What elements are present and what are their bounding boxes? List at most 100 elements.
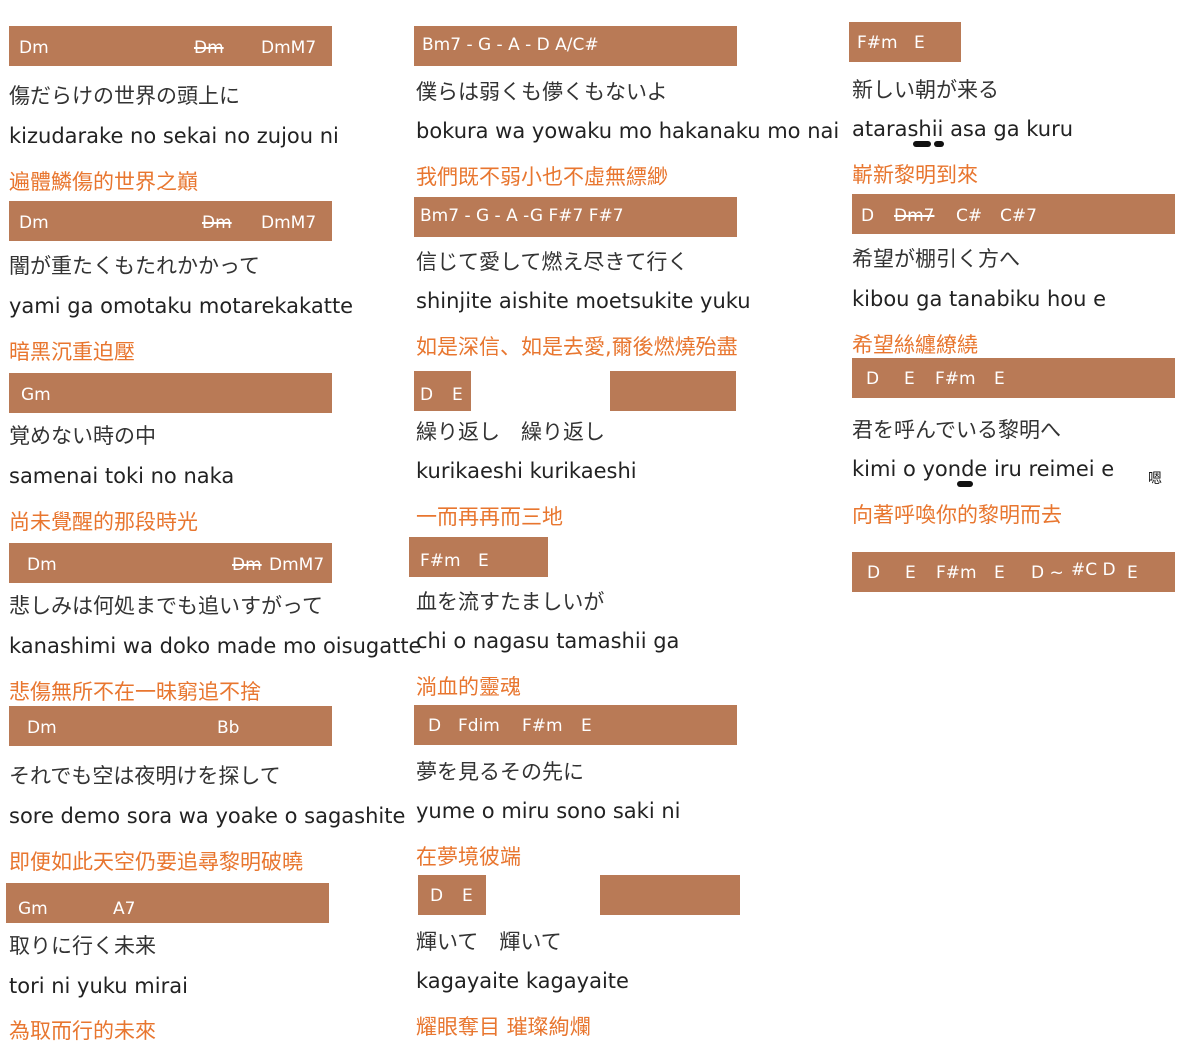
lyric-japanese: 覚めない時の中 (9, 424, 156, 448)
underline-mark (934, 141, 944, 147)
lyric-chinese: 暗黑沉重迫壓 (9, 340, 135, 364)
chord: Bm7 - G - A - D A/C# (422, 35, 599, 55)
chord: A7 (113, 899, 136, 919)
lyric-japanese: 闇が重たくもたれかかって (9, 254, 260, 278)
chord-bar-6: Gm A7 (6, 883, 329, 923)
chord-bar-9a: D E (414, 371, 471, 411)
lyric-romaji: yami ga omotaku motarekakatte (9, 294, 354, 318)
chord: Bm7 - G - A -G F#7 F#7 (420, 206, 624, 226)
chord: Dm (19, 213, 49, 233)
chord: E (994, 369, 1005, 389)
lyric-romaji: bokura wa yowaku mo hakanaku mo nai yo (416, 119, 840, 143)
lyric-chinese: 希望絲纏繚繞 (852, 333, 978, 357)
chord: E (994, 563, 1005, 583)
lyric-chinese: 一而再再而三地 (416, 505, 563, 529)
chord: E (462, 886, 473, 906)
lyric-romaji: yume o miru sono saki ni (416, 799, 681, 823)
lyric-romaji: chi o nagasu tamashii ga (416, 629, 680, 653)
lyric-romaji: samenai toki no naka (9, 464, 235, 488)
chord-bar-16: D E F#m E D ~ #C D E (852, 552, 1175, 592)
lyric-chinese: 我們既不弱小也不虛無縹緲 (416, 165, 668, 189)
chord-bar-8: Bm7 - G - A -G F#7 F#7 (414, 197, 737, 237)
chord: E (478, 551, 489, 571)
chord: Gm (21, 385, 51, 405)
lyric-chinese: 嶄新黎明到來 (852, 163, 978, 187)
chord: Dm (27, 555, 57, 575)
chord: D (430, 886, 444, 906)
lyric-japanese: 血を流すたましいが (416, 590, 605, 614)
handwritten-note: 嗯 (1148, 471, 1162, 487)
chord: F#m (936, 563, 977, 583)
lyric-romaji: kizudarake no sekai no zujou ni (9, 124, 339, 148)
lyric-japanese: 新しい朝が来る (852, 78, 999, 102)
lyric-japanese: 希望が棚引く方へ (852, 247, 1020, 271)
chord-bar-7: Bm7 - G - A - D A/C# (414, 26, 737, 66)
chord: C#7 (1000, 206, 1037, 226)
chord: E (905, 563, 916, 583)
lyric-romaji: kurikaeshi kurikaeshi (416, 459, 637, 483)
lyric-romaji: atarashii asa ga kuru (852, 117, 1074, 141)
chord-struck: Dm (194, 38, 224, 58)
chord: C# (956, 206, 983, 226)
chord-struck: Dm7 (894, 206, 935, 226)
lyric-romaji: shinjite aishite moetsukite yuku (416, 289, 751, 313)
lyric-chinese: 尚未覺醒的那段時光 (9, 510, 198, 534)
chord: F#m (522, 716, 563, 736)
lyric-japanese: それでも空は夜明けを探して (9, 764, 281, 788)
chord-bar-11: D Fdim F#m E (414, 705, 737, 745)
chord-bar-2: Dm Dm DmM7 (9, 201, 332, 241)
chord: #C D (1071, 560, 1116, 580)
underline-mark (957, 481, 973, 487)
lyric-chinese: 如是深信、如是去愛,爾後燃燒殆盡 (416, 335, 738, 359)
chord: D ~ (1031, 563, 1064, 583)
lyric-romaji: sore demo sora wa yoake o sagashite (9, 804, 406, 828)
chord: D (866, 369, 880, 389)
chord: Fdim (458, 716, 500, 736)
chord: E (452, 385, 463, 405)
chord: F#m (420, 551, 461, 571)
chord-struck: Dm (202, 213, 232, 233)
lyric-japanese: 取りに行く未来 (9, 934, 156, 958)
chord: D (861, 206, 875, 226)
underline-mark (913, 141, 931, 147)
chord: DmM7 (261, 38, 317, 58)
chord-bar-10: F#m E (409, 537, 548, 577)
chord-bar-12b (600, 875, 740, 915)
chord: D (428, 716, 442, 736)
chord-bar-15: D E F#m E (852, 358, 1175, 398)
lyric-chinese: 即便如此天空仍要追尋黎明破曉 (9, 850, 303, 874)
lyric-romaji: tori ni yuku mirai (9, 974, 188, 998)
lyric-japanese: 君を呼んでいる黎明へ (852, 418, 1061, 442)
lyric-japanese: 信じて愛して燃え尽きて行く (416, 250, 689, 274)
chord: DmM7 (261, 213, 317, 233)
chord-bar-13: F#m E (849, 22, 961, 62)
lyric-romaji: kagayaite kagayaite (416, 969, 629, 993)
lyric-chinese: 悲傷無所不在一昧窮追不捨 (9, 680, 261, 704)
chord-bar-1: Dm Dm DmM7 (9, 26, 332, 66)
lyric-chinese: 在夢境彼端 (416, 845, 521, 869)
chord: D (420, 385, 434, 405)
lyric-chinese: 淌血的靈魂 (416, 675, 521, 699)
lyric-japanese: 夢を見るその先に (416, 760, 584, 784)
chord: DmM7 (269, 555, 325, 575)
chord: F#m (857, 33, 898, 53)
chord: Gm (18, 899, 48, 919)
chord: D (867, 563, 881, 583)
chord-struck: Dm (232, 555, 262, 575)
lyric-japanese: 傷だらけの世界の頭上に (9, 84, 240, 108)
lyric-chinese: 耀眼奪目 璀璨絢爛 (416, 1015, 591, 1039)
lyric-romaji: kibou ga tanabiku hou e (852, 287, 1107, 311)
chord-bar-3: Gm (9, 373, 332, 413)
chord-bar-4: Dm Dm DmM7 (9, 543, 332, 583)
lyric-chinese: 遍體鱗傷的世界之巔 (9, 170, 198, 194)
chord: Bb (217, 718, 240, 738)
lyric-japanese: 僕らは弱くも儚くもないよ (416, 80, 668, 104)
chord-bar-9b (610, 371, 736, 411)
chord: E (581, 716, 592, 736)
chord-bar-5: Dm Bb (9, 706, 332, 746)
lyric-romaji: kanashimi wa doko made mo oisugatte (9, 634, 422, 658)
chord: Dm (19, 38, 49, 58)
chord-bar-14: D Dm7 C# C#7 (852, 194, 1175, 234)
chord: E (904, 369, 915, 389)
chord: Dm (27, 718, 57, 738)
